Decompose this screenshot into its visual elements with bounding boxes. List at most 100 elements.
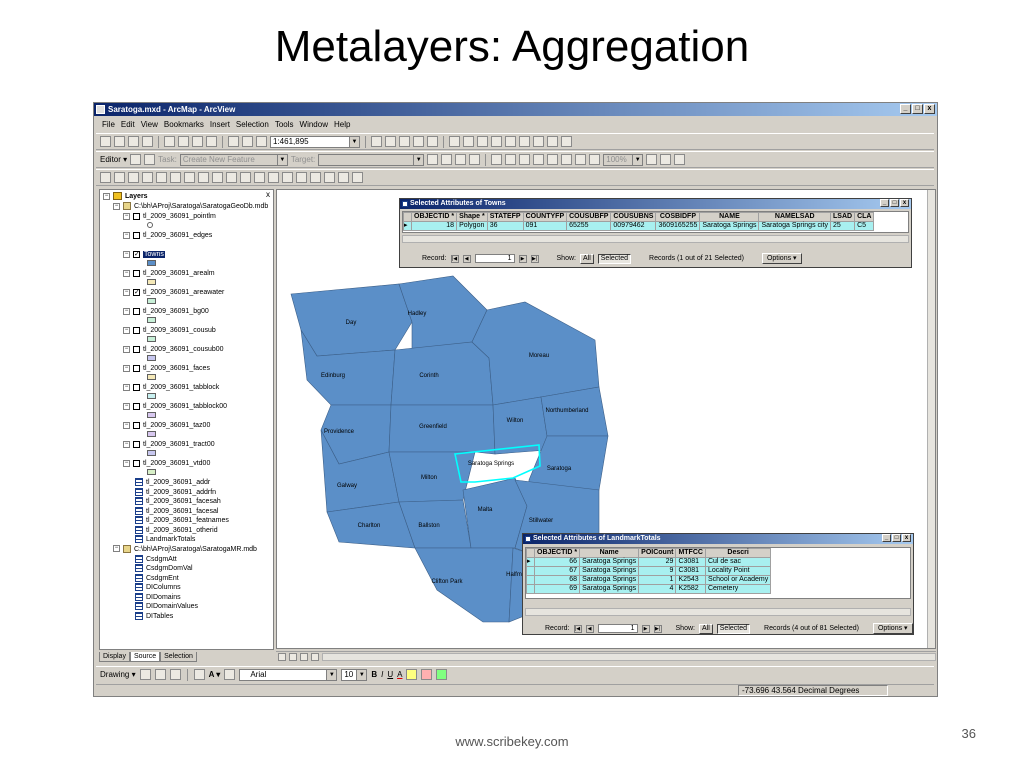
- table-cell[interactable]: K2543: [675, 575, 706, 585]
- copy-icon[interactable]: [178, 136, 189, 147]
- last-record-icon[interactable]: ▶|: [530, 254, 539, 263]
- table-cell[interactable]: 4: [638, 584, 677, 594]
- measure-icon[interactable]: [296, 172, 307, 183]
- forward-arrow-icon[interactable]: [198, 172, 209, 183]
- layer-symbol-swatch[interactable]: [147, 317, 156, 323]
- collapse-icon[interactable]: −: [123, 402, 130, 410]
- record-input[interactable]: 1: [597, 624, 638, 633]
- table-cell[interactable]: 69: [533, 584, 581, 594]
- tab-display[interactable]: Display: [99, 652, 130, 662]
- column-header[interactable]: NAMELSAD: [758, 212, 832, 222]
- hyperlink-icon[interactable]: [310, 172, 321, 183]
- table-cell[interactable]: 25: [830, 221, 856, 231]
- menu-tools[interactable]: Tools: [275, 119, 294, 131]
- menu-bookmarks[interactable]: Bookmarks: [164, 119, 204, 131]
- layer-visibility-checkbox[interactable]: [133, 326, 140, 334]
- menu-file[interactable]: File: [102, 119, 115, 131]
- italic-button[interactable]: I: [381, 670, 383, 679]
- show-all-button[interactable]: All: [579, 253, 594, 264]
- new-document-icon[interactable]: [100, 136, 111, 147]
- collapse-icon[interactable]: −: [103, 192, 110, 200]
- bold-button[interactable]: B: [371, 670, 377, 679]
- table-cell[interactable]: 66: [533, 557, 581, 567]
- layout-icon-6[interactable]: [561, 154, 573, 165]
- next-record-icon[interactable]: ▶: [641, 624, 650, 633]
- time-slider-icon[interactable]: [338, 172, 349, 183]
- close-button[interactable]: x: [900, 199, 909, 207]
- collapse-icon[interactable]: −: [123, 326, 130, 334]
- table-row[interactable]: 69 Saratoga Springs 4 K2582 Cemetery: [526, 584, 772, 594]
- menu-edit[interactable]: Edit: [121, 119, 135, 131]
- minimize-button[interactable]: _: [900, 104, 911, 114]
- table-cell[interactable]: 3609165255: [655, 221, 701, 231]
- first-record-icon[interactable]: |◀: [450, 254, 459, 263]
- table-cell[interactable]: Polygon: [456, 221, 488, 231]
- georef-icon-5[interactable]: [505, 136, 516, 147]
- layer-symbol-swatch[interactable]: [147, 260, 156, 266]
- layout-icon-2[interactable]: [505, 154, 517, 165]
- layer-symbol-swatch[interactable]: [147, 374, 156, 380]
- column-header[interactable]: Descri: [704, 548, 772, 558]
- layer-symbol-swatch[interactable]: [147, 222, 153, 228]
- collapse-icon[interactable]: −: [123, 440, 130, 448]
- prev-record-icon[interactable]: ◀: [585, 624, 594, 633]
- table-cell[interactable]: Saratoga Springs: [579, 566, 640, 576]
- layer-symbol-swatch[interactable]: [147, 355, 156, 361]
- georef-icon-4[interactable]: [491, 136, 502, 147]
- task-combo[interactable]: Create New Feature ▼: [179, 153, 288, 166]
- toc-layer[interactable]: − tl_2009_36091_tabblock00: [123, 401, 227, 412]
- landmark-grid-scrollbar[interactable]: [525, 608, 911, 616]
- collapse-icon[interactable]: −: [123, 383, 130, 391]
- chevron-down-icon[interactable]: ▼: [326, 669, 337, 680]
- georef-icon-7[interactable]: [533, 136, 544, 147]
- zoom-whole-page-icon[interactable]: [169, 669, 181, 680]
- map-scale-combo[interactable]: 1:461,895 ▼: [270, 135, 360, 148]
- open-folder-icon[interactable]: [114, 136, 125, 147]
- prev-record-icon[interactable]: ◀: [462, 254, 471, 263]
- redo-icon[interactable]: [242, 136, 253, 147]
- layer-symbol-swatch[interactable]: [147, 279, 156, 285]
- collapse-icon[interactable]: −: [113, 545, 120, 553]
- next-record-icon[interactable]: ▶: [518, 254, 527, 263]
- toc-layer[interactable]: − ✓ Towns: [123, 249, 165, 260]
- collapse-icon[interactable]: −: [123, 459, 130, 467]
- towns-attribute-titlebar[interactable]: Selected Attributes of Towns _ □ x: [400, 199, 911, 209]
- collapse-icon[interactable]: −: [123, 307, 130, 315]
- record-input[interactable]: 1: [474, 254, 515, 263]
- table-cell[interactable]: 00979462: [610, 221, 657, 231]
- marker-color-icon[interactable]: [436, 669, 448, 680]
- print-icon[interactable]: [142, 136, 153, 147]
- table-cell[interactable]: 68: [533, 575, 581, 585]
- fixed-zoom-out-icon[interactable]: [142, 172, 153, 183]
- collapse-icon[interactable]: −: [123, 250, 130, 258]
- toc-layer[interactable]: − tl_2009_36091_faces: [123, 363, 210, 374]
- layer-visibility-checkbox[interactable]: [133, 212, 140, 220]
- layer-symbol-swatch[interactable]: [147, 469, 156, 475]
- table-cell[interactable]: Cemetery: [704, 584, 772, 594]
- column-header[interactable]: COSBIDFP: [655, 212, 701, 222]
- window-titlebar[interactable]: Saratoga.mxd - ArcMap - ArcView _ □ x: [94, 103, 937, 116]
- row-header[interactable]: [526, 584, 535, 594]
- chevron-down-icon[interactable]: ▼: [413, 154, 424, 165]
- toc-layer[interactable]: − tl_2009_36091_tract00: [123, 439, 215, 450]
- paste-icon[interactable]: [192, 136, 203, 147]
- row-header[interactable]: [526, 575, 535, 585]
- text-tool-icon[interactable]: A ▾: [209, 670, 221, 679]
- table-cell[interactable]: 65255: [566, 221, 612, 231]
- refresh-icon[interactable]: [300, 652, 308, 661]
- layout-icon-4[interactable]: [533, 154, 545, 165]
- first-record-icon[interactable]: |◀: [573, 624, 582, 633]
- menu-window[interactable]: Window: [300, 119, 328, 131]
- chevron-down-icon[interactable]: ▼: [276, 154, 287, 165]
- sketch-properties-icon[interactable]: [469, 154, 481, 165]
- editor-toolbar-icon[interactable]: [371, 136, 382, 147]
- rotate-tool-icon[interactable]: [441, 154, 453, 165]
- column-header[interactable]: STATEFP: [486, 212, 524, 222]
- table-cell[interactable]: Cul de sac: [704, 557, 772, 567]
- data-view-icon[interactable]: [278, 652, 286, 661]
- drawing-menu[interactable]: Drawing ▾: [100, 670, 136, 679]
- table-row[interactable]: 68 Saratoga Springs 1 K2543 School or Academ…: [526, 575, 772, 585]
- tab-selection[interactable]: Selection: [160, 652, 197, 662]
- line-color-icon[interactable]: [421, 669, 433, 680]
- toc-layer[interactable]: − tl_2009_36091_bg00: [123, 306, 209, 317]
